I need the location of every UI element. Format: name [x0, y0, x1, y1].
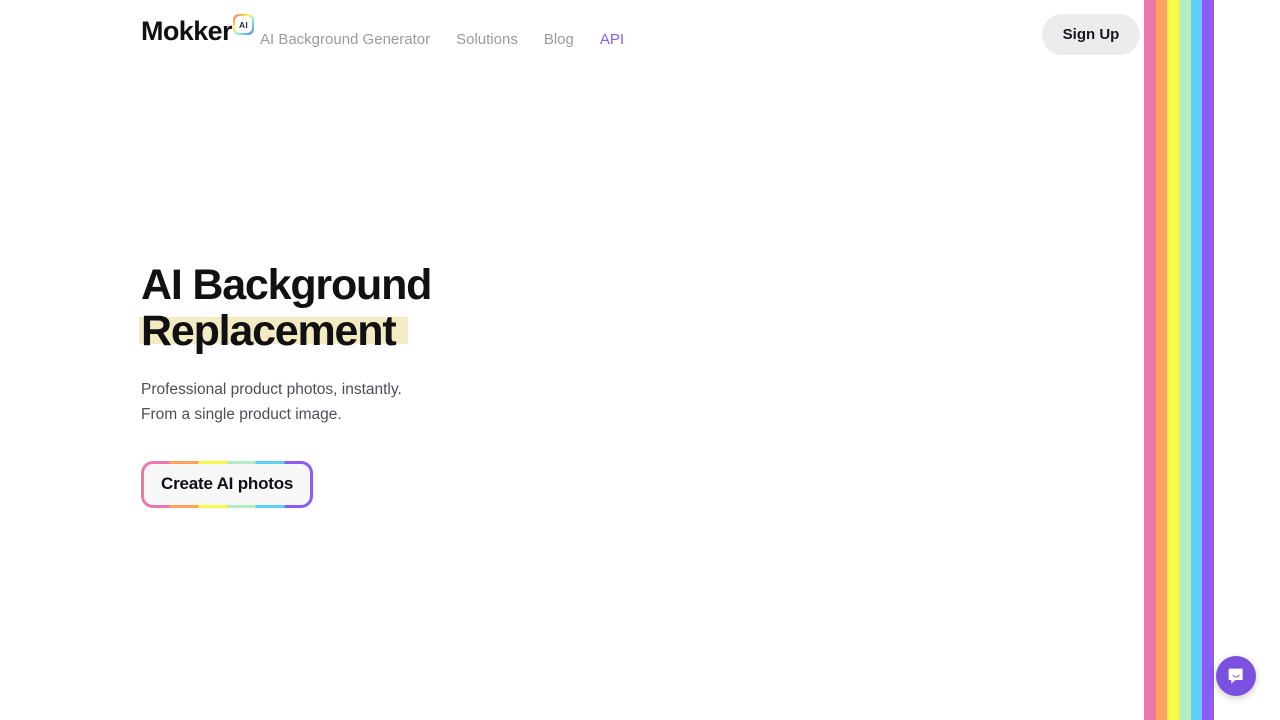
page-title: AI Background Replacement — [139, 264, 841, 353]
brand-logo[interactable]: Mokker AI — [141, 14, 254, 46]
primary-navigation: AI Background Generator Solutions Blog A… — [260, 31, 624, 49]
nav-item-ai-background-generator[interactable]: AI Background Generator — [260, 31, 430, 49]
landing-page: Mokker AI AI Background Generator Soluti… — [0, 0, 1280, 720]
stripe-yellow — [1167, 0, 1180, 720]
hero-section: AI Background Replacement Professional p… — [139, 264, 841, 508]
sign-up-button[interactable]: Sign Up — [1042, 14, 1140, 55]
rainbow-stripes-decoration — [1144, 0, 1215, 720]
chat-bubble-smile-icon — [1228, 668, 1243, 683]
chat-launcher-button[interactable] — [1216, 656, 1256, 696]
create-ai-photos-button-label: Create AI photos — [144, 464, 311, 505]
headline-line-2-wrapper: Replacement — [139, 310, 841, 353]
headline-line-1: AI Background — [141, 261, 432, 309]
nav-item-api[interactable]: API — [600, 31, 624, 49]
hero-subtitle-line-1: Professional product photos, instantly. — [141, 381, 402, 398]
nav-item-solutions[interactable]: Solutions — [456, 31, 518, 49]
stripe-purple — [1202, 0, 1215, 720]
stripe-sky — [1190, 0, 1203, 720]
headline-line-2: Replacement — [141, 307, 397, 355]
stripe-pink — [1144, 0, 1156, 720]
brand-wordmark: Mokker — [141, 16, 233, 46]
hero-subtitle-line-2: From a single product image. — [141, 405, 342, 423]
ai-badge-icon: AI — [232, 14, 254, 35]
ai-badge-label: AI — [234, 15, 253, 34]
stripe-mint — [1179, 0, 1191, 720]
stripe-orange — [1155, 0, 1168, 720]
nav-item-blog[interactable]: Blog — [544, 31, 574, 49]
create-ai-photos-button[interactable]: Create AI photos — [141, 461, 314, 508]
hero-subtitle: Professional product photos, instantly. … — [141, 378, 841, 427]
site-header: Mokker AI AI Background Generator Soluti… — [0, 0, 1144, 70]
